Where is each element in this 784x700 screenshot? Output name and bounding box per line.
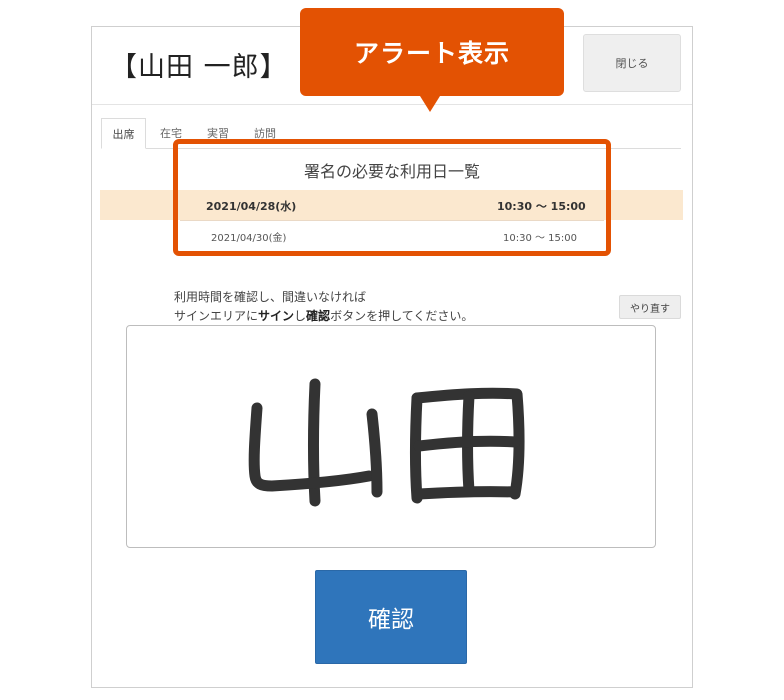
instruction-line-2: サインエリアにサインし確認ボタンを押してください。: [174, 309, 474, 323]
confirm-button[interactable]: 確認: [315, 570, 467, 664]
tab-attendance[interactable]: 出席: [101, 118, 146, 149]
close-button[interactable]: 閉じる: [583, 34, 681, 92]
header-divider: [92, 104, 692, 105]
redo-button[interactable]: やり直す: [619, 295, 681, 319]
signature-area[interactable]: [126, 325, 656, 548]
alert-callout: アラート表示: [300, 8, 564, 96]
alert-highlight-frame: [173, 139, 611, 256]
instruction-line-1: 利用時間を確認し、間違いなければ: [174, 290, 367, 304]
page-title: 【山田 一郎】: [110, 52, 288, 83]
alert-callout-pointer: [420, 96, 440, 112]
sign-instructions: 利用時間を確認し、間違いなければ サインエリアにサインし確認ボタンを押してくださ…: [174, 288, 473, 326]
handwritten-signature: [248, 378, 525, 507]
